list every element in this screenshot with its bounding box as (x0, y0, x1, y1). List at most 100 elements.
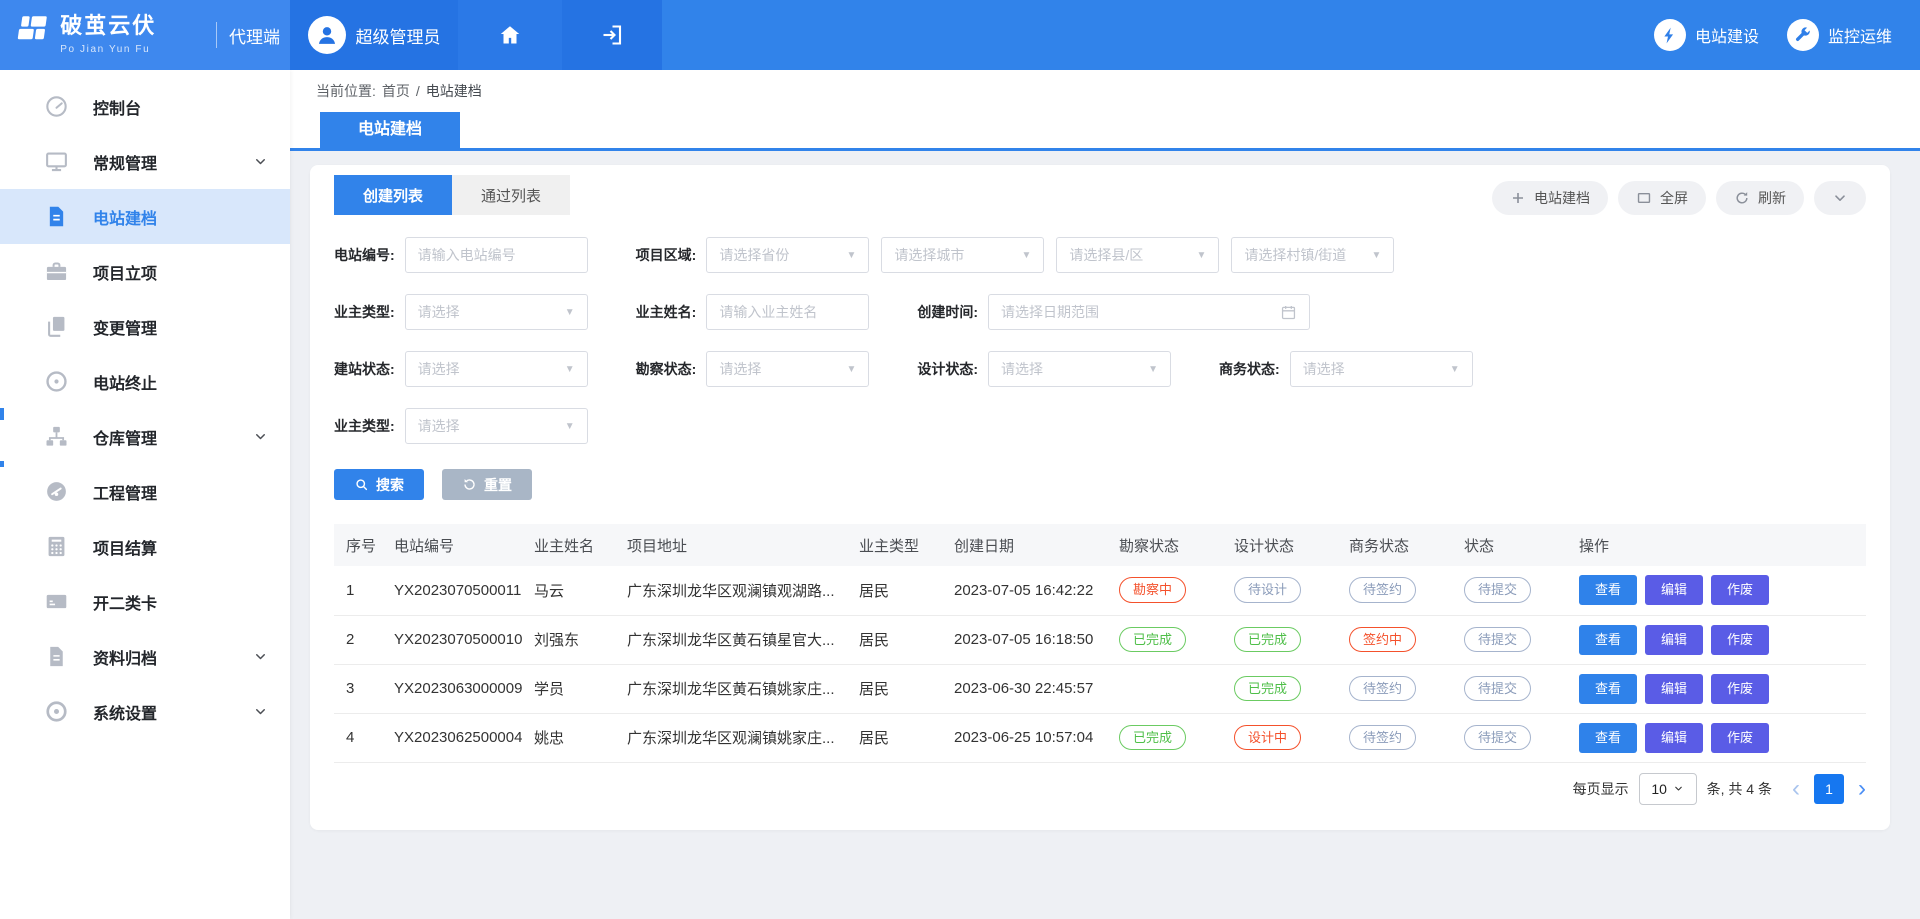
table-column-header: 序号 (334, 524, 382, 566)
filter-text-input[interactable] (706, 294, 869, 330)
fullscreen-icon (1636, 190, 1652, 206)
action-button[interactable]: 编辑 (1645, 625, 1703, 655)
filter-field: 电站编号: (334, 237, 588, 273)
breadcrumb-home-link[interactable]: 首页 (382, 81, 410, 101)
filter-input[interactable] (719, 304, 856, 320)
filter-field-label: 电站编号: (334, 245, 395, 265)
table-cell: YX2023070500011 (382, 566, 522, 615)
chevron-down-icon (1832, 190, 1848, 206)
filter-input[interactable] (418, 247, 575, 263)
status-badge: 待设计 (1234, 577, 1301, 603)
pagination-next[interactable]: › (1858, 777, 1866, 801)
sidebar-item[interactable]: 电站终止 (0, 354, 290, 409)
filter-select[interactable]: 请选择县/区▼ (1056, 237, 1219, 273)
pagination-page-1[interactable]: 1 (1814, 774, 1844, 804)
action-button[interactable]: 作废 (1711, 723, 1769, 753)
sidebar-item[interactable]: 系统设置 (0, 684, 290, 739)
user-menu[interactable]: 超级管理员 (290, 0, 458, 70)
filter-select[interactable]: 请选择▼ (706, 351, 869, 387)
reset-button-label: 重置 (484, 475, 512, 495)
table-cell: 已完成 (1222, 615, 1337, 664)
toolbar-button[interactable]: 刷新 (1716, 181, 1804, 215)
table-body: 1YX2023070500011马云广东深圳龙华区观澜镇观湖路...居民2023… (334, 566, 1866, 762)
sidebar-item-label: 项目结算 (93, 535, 157, 559)
filter-input[interactable] (1001, 304, 1272, 320)
filter-select[interactable]: 请选择▼ (405, 351, 588, 387)
table-cell: 广东深圳龙华区黄石镇姚家庄... (615, 664, 847, 713)
caret-down-icon: ▼ (1196, 250, 1206, 261)
sidebar-item[interactable]: 变更管理 (0, 299, 290, 354)
toolbar-button[interactable] (1814, 181, 1866, 215)
table-column-header: 业主类型 (847, 524, 942, 566)
table-cell: YX2023063000009 (382, 664, 522, 713)
sidebar-item[interactable]: 项目立项 (0, 244, 290, 299)
table-cell: 3 (334, 664, 382, 713)
action-button[interactable]: 查看 (1579, 723, 1637, 753)
action-button[interactable]: 编辑 (1645, 723, 1703, 753)
logout-button[interactable] (562, 0, 662, 70)
header-quick-link[interactable]: 电站建设 (1654, 19, 1759, 51)
search-button[interactable]: 搜索 (334, 469, 424, 500)
page-tab[interactable]: 电站建档 (320, 112, 460, 148)
sidebar-item[interactable]: 仓库管理 (0, 409, 290, 464)
select-placeholder: 请选择省份 (719, 245, 838, 265)
filter-date-input[interactable] (988, 294, 1310, 330)
action-button[interactable]: 作废 (1711, 674, 1769, 704)
filter-field-label: 勘察状态: (636, 359, 697, 379)
filter-field: 勘察状态: 请选择▼ (636, 351, 870, 387)
list-tab[interactable]: 通过列表 (452, 175, 570, 215)
per-page-label: 每页显示 (1573, 779, 1629, 799)
filter-select[interactable]: 请选择▼ (405, 294, 588, 330)
caret-down-icon: ▼ (1021, 250, 1031, 261)
table-column-header: 商务状态 (1337, 524, 1452, 566)
home-button[interactable] (458, 0, 562, 70)
sidebar-item[interactable]: 项目结算 (0, 519, 290, 574)
action-button[interactable]: 作废 (1711, 625, 1769, 655)
reset-button[interactable]: 重置 (442, 469, 532, 500)
select-placeholder: 请选择 (1001, 359, 1140, 379)
sidebar-item[interactable]: 开二类卡 (0, 574, 290, 629)
table-column-header: 勘察状态 (1107, 524, 1222, 566)
filter-select[interactable]: 请选择▼ (405, 408, 588, 444)
sidebar-item[interactable]: 常规管理 (0, 134, 290, 189)
action-button[interactable]: 查看 (1579, 674, 1637, 704)
table-cell: 居民 (847, 615, 942, 664)
status-badge: 已完成 (1119, 725, 1186, 751)
sidebar-scroll-indicator (0, 408, 4, 420)
caret-down-icon: ▼ (846, 250, 856, 261)
sidebar-item[interactable]: 电站建档 (0, 189, 290, 244)
sidebar-item[interactable]: 控制台 (0, 79, 290, 134)
action-button[interactable]: 编辑 (1645, 674, 1703, 704)
filter-select[interactable]: 请选择城市▼ (881, 237, 1044, 273)
filter-field: 请选择城市▼ (881, 237, 1044, 273)
sidebar-item-label: 资料归档 (93, 645, 157, 669)
filter-select[interactable]: 请选择 ▼ (988, 351, 1171, 387)
toolbar-button[interactable]: 全屏 (1618, 181, 1706, 215)
header-spacer (662, 0, 1654, 70)
filter-select[interactable]: 请选择村镇/街道▼ (1231, 237, 1394, 273)
filter-select[interactable]: 请选择▼ (1290, 351, 1473, 387)
action-button[interactable]: 查看 (1579, 625, 1637, 655)
caret-down-icon: ▼ (1148, 364, 1158, 375)
filter-text-input[interactable] (405, 237, 588, 273)
pagination-prev[interactable]: ‹ (1792, 777, 1800, 801)
breadcrumb-separator: / (416, 83, 420, 99)
table-row: 2YX2023070500010刘强东广东深圳龙华区黄石镇星官大...居民202… (334, 615, 1866, 664)
action-button[interactable]: 查看 (1579, 575, 1637, 605)
brand-logo-icon (16, 14, 50, 56)
table-cell: 待设计 (1222, 566, 1337, 615)
toolbar-button[interactable]: 电站建档 (1492, 181, 1608, 215)
lightning-icon (1660, 26, 1679, 45)
sidebar-item[interactable]: 资料归档 (0, 629, 290, 684)
action-button[interactable]: 作废 (1711, 575, 1769, 605)
sidebar-item-label: 仓库管理 (93, 425, 157, 449)
list-tab[interactable]: 创建列表 (334, 175, 452, 215)
sidebar-item[interactable]: 工程管理 (0, 464, 290, 519)
table-cell: 居民 (847, 566, 942, 615)
gauge-icon (44, 479, 69, 504)
filter-select[interactable]: 请选择省份 ▼ (706, 237, 869, 273)
header-quick-link[interactable]: 监控运维 (1787, 19, 1892, 51)
per-page-select[interactable]: 10 (1639, 773, 1697, 805)
filter-field-label: 商务状态: (1219, 359, 1280, 379)
action-button[interactable]: 编辑 (1645, 575, 1703, 605)
